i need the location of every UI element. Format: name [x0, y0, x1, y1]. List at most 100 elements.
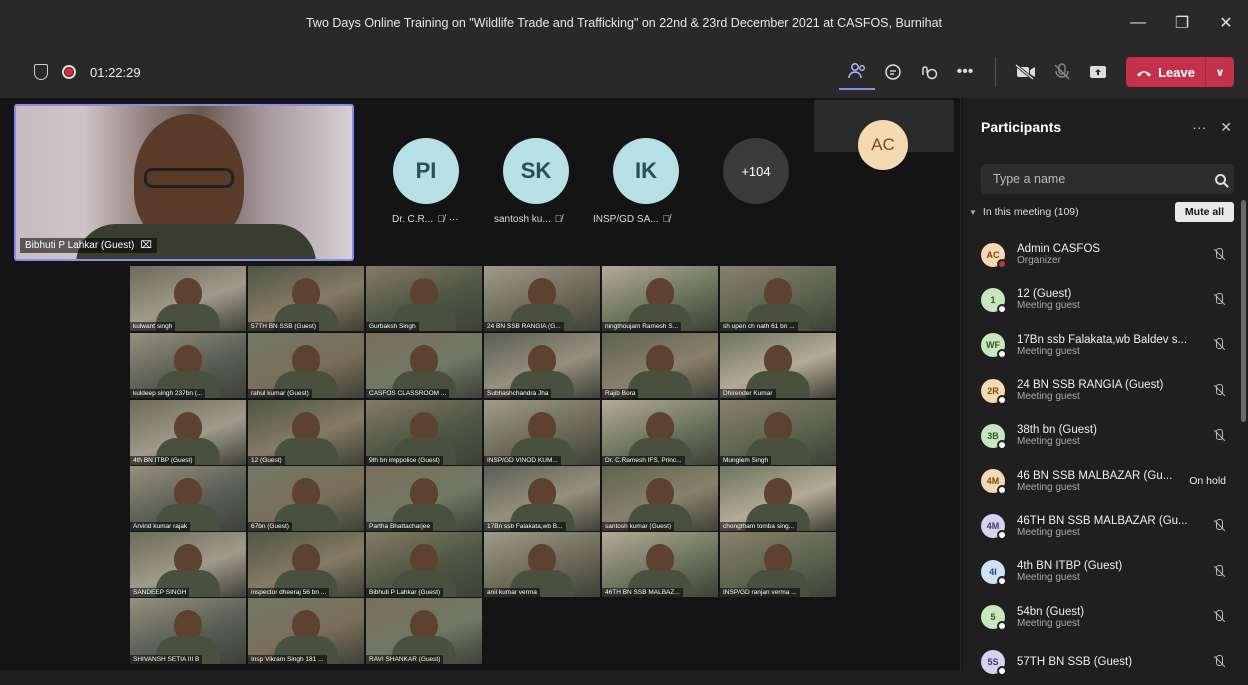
participant-name: 38th bn (Guest): [1017, 424, 1097, 437]
meeting-toolbar: 01:22:29 ••• Leave ∨: [0, 46, 1248, 98]
more-icon[interactable]: ···: [1192, 119, 1206, 136]
search-icon[interactable]: [1215, 173, 1226, 185]
avatar: 5: [981, 605, 1007, 632]
mute-all-button[interactable]: Mute all: [1174, 202, 1234, 222]
more-icon[interactable]: ···: [449, 214, 459, 225]
video-tile-caption: inspector dheeraj 56 bn ...: [248, 588, 330, 597]
participant-info: 46TH BN SSB MALBAZAR (Gu... Meeting guest: [1017, 515, 1206, 538]
video-tile[interactable]: Bibhuti P Lahkar (Guest): [366, 532, 482, 597]
mic-off-icon[interactable]: [1212, 247, 1226, 262]
mic-off-icon[interactable]: [1212, 564, 1226, 579]
avatar: 4I: [981, 559, 1007, 586]
video-tile[interactable]: inspector dheeraj 56 bn ...: [248, 532, 364, 597]
video-tile[interactable]: INSP/GD VINOD KUM...: [484, 400, 600, 465]
maximize-icon[interactable]: ❐: [1160, 13, 1204, 33]
video-tile[interactable]: Arvind kumar rajak: [130, 466, 246, 531]
video-tile[interactable]: 57TH BN SSB (Guest): [248, 266, 364, 331]
participant-row[interactable]: 5 54bn (Guest) Meeting guest: [963, 594, 1248, 639]
video-tile[interactable]: anil kumar verma: [484, 532, 600, 597]
avatar-tile[interactable]: PI: [386, 138, 466, 204]
video-tile[interactable]: SANDEEP SINGH: [130, 532, 246, 597]
in-meeting-section[interactable]: ▼ In this meeting (109) Mute all: [963, 194, 1248, 222]
video-tile[interactable]: Partha Bhattacharjee: [366, 466, 482, 531]
video-tile[interactable]: ningthoujam Ramesh S...: [602, 266, 718, 331]
mic-off-icon[interactable]: [1212, 292, 1226, 307]
participant-row[interactable]: 4I 4th BN ITBP (Guest) Meeting guest: [963, 549, 1248, 594]
video-tile[interactable]: Gurbaksh Singh: [366, 266, 482, 331]
participant-row[interactable]: WF 17Bn ssb Falakata,wb Baldev s... Meetin…: [963, 323, 1248, 368]
participant-row[interactable]: 4M 46TH BN SSB MALBAZAR (Gu... Meeting gue…: [963, 504, 1248, 549]
video-tile[interactable]: santosh kumar (Guest): [602, 466, 718, 531]
mic-off-icon[interactable]: [1212, 655, 1226, 669]
video-tile-caption: SANDEEP SINGH: [130, 588, 190, 597]
participant-name: Admin CASFOS: [1017, 243, 1101, 256]
video-tile[interactable]: Subhashchandra Jha: [484, 333, 600, 398]
avatar: IK: [613, 138, 679, 204]
video-tile[interactable]: chongtham tomba sing...: [720, 466, 836, 531]
video-tile[interactable]: 24 BN SSB RANGIA (G...: [484, 266, 600, 331]
participant-info: 46 BN SSB MALBAZAR (Gu... Meeting guest: [1017, 470, 1185, 493]
participant-row[interactable]: 4M 46 BN SSB MALBAZAR (Gu... Meeting guest…: [963, 458, 1248, 503]
video-tile[interactable]: Dr. C.Ramesh IFS, Princ...: [602, 400, 718, 465]
mic-off-icon[interactable]: [1044, 54, 1080, 90]
participant-row[interactable]: AC Admin CASFOS Organizer: [963, 232, 1248, 277]
more-icon[interactable]: •••: [947, 54, 983, 90]
pinned-video-tile[interactable]: Bibhuti P Lahkar (Guest) ⌧: [14, 104, 354, 261]
overflow-tile[interactable]: +104: [716, 138, 796, 204]
close-icon[interactable]: ✕: [1220, 119, 1232, 136]
video-tile-caption: Rajib Bora: [602, 389, 639, 398]
avatar-caption-text: santosh ku...: [494, 214, 551, 225]
react-icon[interactable]: [911, 54, 947, 90]
mic-off-icon[interactable]: [1212, 338, 1226, 352]
video-tile[interactable]: SHIVANSH SETIA III B: [130, 598, 246, 664]
mic-off-icon[interactable]: [1212, 383, 1226, 398]
mic-off-icon[interactable]: [1212, 428, 1226, 443]
scrollbar[interactable]: [1241, 200, 1246, 422]
video-tile[interactable]: Dhirender Kumar: [720, 333, 836, 398]
video-tile[interactable]: INSP/GD ranjan verma ...: [720, 532, 836, 597]
video-tile[interactable]: 4th BN ITBP (Guest): [130, 400, 246, 465]
avatar-caption: Dr. C.R... 🎙̸ ···: [392, 214, 459, 225]
video-tile[interactable]: kulwant singh: [130, 266, 246, 331]
search-input[interactable]: [993, 172, 1215, 186]
video-tile[interactable]: kuldeep singh 237bn (...: [130, 333, 246, 398]
participant-name: 54bn (Guest): [1017, 605, 1085, 618]
chevron-down-icon[interactable]: ∨: [1206, 66, 1234, 79]
video-tile[interactable]: Munglem Singh: [720, 400, 836, 465]
video-tile[interactable]: 46TH BN SSB MALBAZ...: [602, 532, 718, 597]
presence-dot: [997, 439, 1007, 450]
participant-row[interactable]: 3B 38th bn (Guest) Meeting guest: [963, 413, 1248, 458]
leave-button[interactable]: Leave ∨: [1126, 57, 1234, 87]
leave-main[interactable]: Leave: [1126, 57, 1206, 87]
video-tile[interactable]: RAVI SHANKAR (Guest): [366, 598, 482, 664]
video-tile[interactable]: rahul kumar (Guest): [248, 333, 364, 398]
video-tile[interactable]: CASFOS CLASSROOM ...: [366, 333, 482, 398]
avatar: 3B: [981, 423, 1007, 450]
chat-icon[interactable]: [875, 54, 911, 90]
video-tile[interactable]: Insp Vikram Singh 181 ...: [248, 598, 364, 664]
mic-off-icon[interactable]: [1212, 519, 1226, 533]
avatar-tile[interactable]: SK: [496, 138, 576, 204]
hold-status: On hold: [1189, 475, 1226, 488]
participant-row[interactable]: 2R 24 BN SSB RANGIA (Guest) Meeting guest: [963, 368, 1248, 413]
participant-row[interactable]: 1 12 (Guest) Meeting guest: [963, 277, 1248, 322]
mic-off-icon[interactable]: [1212, 610, 1226, 624]
people-icon[interactable]: [839, 54, 875, 90]
participant-row[interactable]: 5S 57TH BN SSB (Guest): [963, 640, 1248, 685]
video-tile-caption: Dhirender Kumar: [720, 389, 776, 398]
close-window-icon[interactable]: ✕: [1204, 13, 1248, 33]
mic-off-icon: 🎙̸: [437, 214, 445, 225]
video-tile[interactable]: 17Bn ssb Falakata,wb B...: [484, 466, 600, 531]
caret-down-icon[interactable]: ▼: [969, 208, 977, 217]
video-tile[interactable]: 67bn (Guest): [248, 466, 364, 531]
participant-search[interactable]: [981, 164, 1234, 194]
video-tile[interactable]: 12 (Guest): [248, 400, 364, 465]
camera-off-icon[interactable]: [1008, 54, 1044, 90]
shield-icon[interactable]: [34, 64, 48, 80]
video-tile[interactable]: Rajib Bora: [602, 333, 718, 398]
share-icon[interactable]: [1080, 54, 1116, 90]
video-tile[interactable]: sh upen ch nath 61 bn ...: [720, 266, 836, 331]
minimize-icon[interactable]: —: [1116, 14, 1160, 32]
avatar-tile[interactable]: IK: [606, 138, 686, 204]
video-tile[interactable]: 9th bn imppolice (Guest): [366, 400, 482, 465]
